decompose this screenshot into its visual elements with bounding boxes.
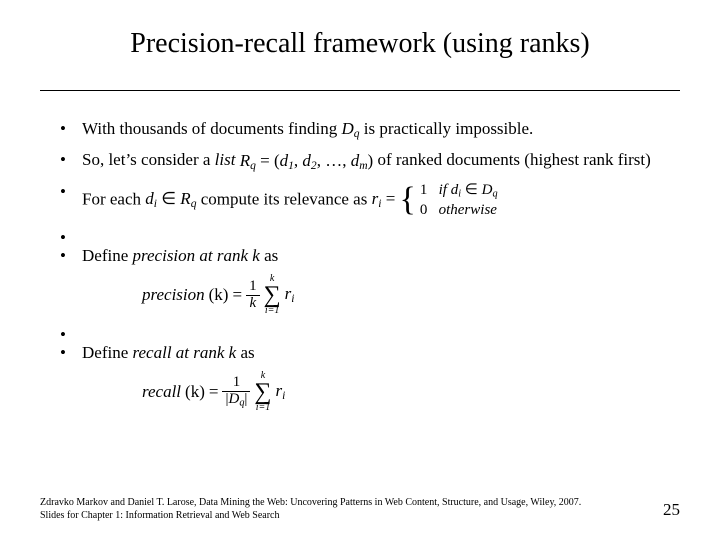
slide: Precision-recall framework (using ranks)… — [0, 0, 720, 540]
math-ri-cases: ri = { 1 if di ∈ Dq 0 otherwise — [372, 189, 498, 208]
text: of ranked documents (highest rank first) — [377, 150, 650, 169]
text: Define — [82, 246, 133, 265]
bullet-3: For each di ∈ Rq compute its relevance a… — [60, 181, 660, 219]
text: With thousands of documents finding — [82, 119, 341, 138]
text: as — [260, 246, 278, 265]
title-rule — [40, 90, 680, 91]
fraction: 1 k — [246, 279, 260, 312]
text: is practically impossible. — [360, 119, 534, 138]
equation-recall: recall (k) = 1 |Dq| k ∑ i=1 ri — [142, 371, 660, 413]
fraction: 1 |Dq| — [222, 375, 250, 409]
text: Define — [82, 343, 133, 362]
footer-line-2: Slides for Chapter 1: Information Retrie… — [40, 510, 640, 523]
spacer — [60, 324, 660, 342]
summation: k ∑ i=1 — [264, 274, 281, 316]
text-italic: list — [215, 150, 240, 169]
text: as — [236, 343, 254, 362]
text: compute its relevance as — [196, 190, 371, 209]
bullet-1: With thousands of documents finding Dq i… — [60, 118, 660, 141]
text: So, let’s consider a — [82, 150, 215, 169]
page-number: 25 — [663, 500, 680, 520]
footer-line-1: Zdravko Markov and Daniel T. Larose, Dat… — [40, 497, 640, 510]
math-Dq: Dq — [341, 119, 359, 138]
footer: Zdravko Markov and Daniel T. Larose, Dat… — [40, 497, 640, 522]
bullet-list: With thousands of documents finding Dq i… — [60, 118, 660, 421]
math-Rq-list: Rq = (d1, d2, …, dm) — [240, 151, 378, 170]
equation-precision: precision (k) = 1 k k ∑ i=1 ri — [142, 274, 660, 316]
bullet-5: Define recall at rank k as recall (k) = … — [60, 342, 660, 413]
bullet-4: Define precision at rank k as precision … — [60, 245, 660, 316]
text: For each — [82, 190, 145, 209]
bullet-2: So, let’s consider a list Rq = (d1, d2, … — [60, 149, 660, 173]
summation: k ∑ i=1 — [254, 371, 271, 413]
text-italic: precision at rank k — [133, 246, 260, 265]
spacer — [60, 227, 660, 245]
math-di: di ∈ Rq — [145, 189, 196, 208]
slide-title: Precision-recall framework (using ranks) — [0, 28, 720, 60]
text-italic: recall at rank k — [133, 343, 237, 362]
